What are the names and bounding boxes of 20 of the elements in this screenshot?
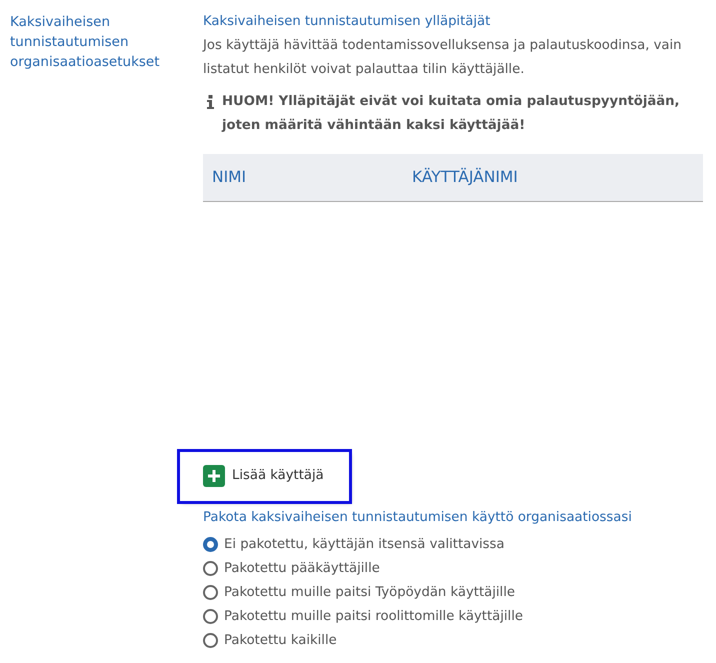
- column-header: NIMI: [212, 168, 246, 186]
- radio-button[interactable]: [203, 537, 218, 552]
- radio-button[interactable]: [203, 633, 218, 648]
- section-title: Kaksivaiheisen tunnistautumisen ylläpitäjät: [203, 13, 492, 31]
- radio-option[interactable]: Pakotettu kaikille: [203, 628, 703, 653]
- description: Jos käyttäjä hävittää todentamissovelluksensa ja palautuskoodinsa, vain listatut henkilöt voivat palauttaa tilin käyttäjälle.: [203, 36, 682, 79]
- notice-text: HUOM! Ylläpitäjät eivät voi kuitata omia palautuspyyntöjään, joten määritä vähintään kaksi käyttäjää!: [222, 92, 681, 135]
- add-user-button[interactable]: Lisää käyttäjä: [203, 465, 324, 488]
- radio-option[interactable]: Pakotettu muille paitsi roolittomille käyttäjille: [203, 604, 703, 629]
- info-icon: [207, 94, 214, 109]
- radio-button[interactable]: [203, 585, 218, 600]
- section-label: Kaksivaiheisen tunnistautumisen organisaatioasetukset: [10, 14, 160, 70]
- radio-option[interactable]: Ei pakotettu, käyttäjän itsensä valittavissa: [203, 532, 703, 557]
- radio-option[interactable]: Pakotettu pääkäyttäjille: [203, 556, 703, 581]
- radio-option[interactable]: Pakotettu muille paitsi Työpöydän käyttäjille: [203, 580, 703, 605]
- radio-button[interactable]: [203, 561, 218, 576]
- plus-icon: [203, 465, 225, 488]
- section-title: Pakota kaksivaiheisen tunnistautumisen käyttö organisaatiossasi: [203, 508, 633, 527]
- column-header: KÄYTTÄJÄNIMI: [412, 168, 518, 186]
- radio-button[interactable]: [203, 609, 218, 624]
